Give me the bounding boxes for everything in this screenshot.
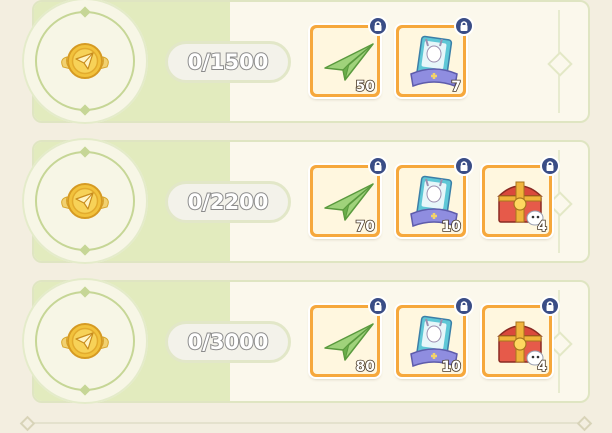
reward-count: 10 [441, 218, 462, 236]
reward-card[interactable]: 7 [396, 25, 466, 97]
reward-card[interactable]: 4 [482, 165, 552, 237]
tier-medal [22, 0, 148, 124]
lock-icon [540, 156, 560, 176]
tier-progress: 0/3000 [165, 321, 291, 363]
reward-card[interactable]: 80 [310, 305, 380, 377]
tier-progress: 0/1500 [165, 41, 291, 83]
reward-count: 50 [355, 78, 376, 96]
lock-icon [368, 16, 388, 36]
tier-progress: 0/2200 [165, 181, 291, 223]
paper-plane-coin-icon [61, 317, 109, 365]
reward-card[interactable]: 4 [482, 305, 552, 377]
reward-card[interactable]: 50 [310, 25, 380, 97]
reward-count: 70 [355, 218, 376, 236]
reward-count: 80 [355, 358, 376, 376]
tier-medal [22, 138, 148, 264]
reward-tier-2: 0/2200 70 10 4 [22, 138, 590, 264]
lock-icon [540, 296, 560, 316]
paper-plane-coin-icon [61, 37, 109, 85]
reward-card[interactable]: 10 [396, 305, 466, 377]
reward-card[interactable]: 10 [396, 165, 466, 237]
lock-icon [454, 296, 474, 316]
reward-tier-1: 0/1500 50 7 [22, 0, 590, 124]
lock-icon [454, 156, 474, 176]
paper-plane-coin-icon [61, 177, 109, 225]
reward-count: 4 [536, 358, 547, 376]
panel-ornament [558, 290, 582, 393]
reward-count: 7 [450, 78, 461, 96]
reward-count: 10 [441, 358, 462, 376]
reward-count: 4 [536, 218, 547, 236]
lock-icon [368, 156, 388, 176]
bottom-divider [28, 422, 584, 424]
reward-card[interactable]: 70 [310, 165, 380, 237]
lock-icon [368, 296, 388, 316]
reward-tier-3: 0/3000 80 10 4 [22, 278, 590, 404]
tier-medal [22, 278, 148, 404]
panel-ornament [558, 150, 582, 253]
lock-icon [454, 16, 474, 36]
panel-ornament [558, 10, 582, 113]
